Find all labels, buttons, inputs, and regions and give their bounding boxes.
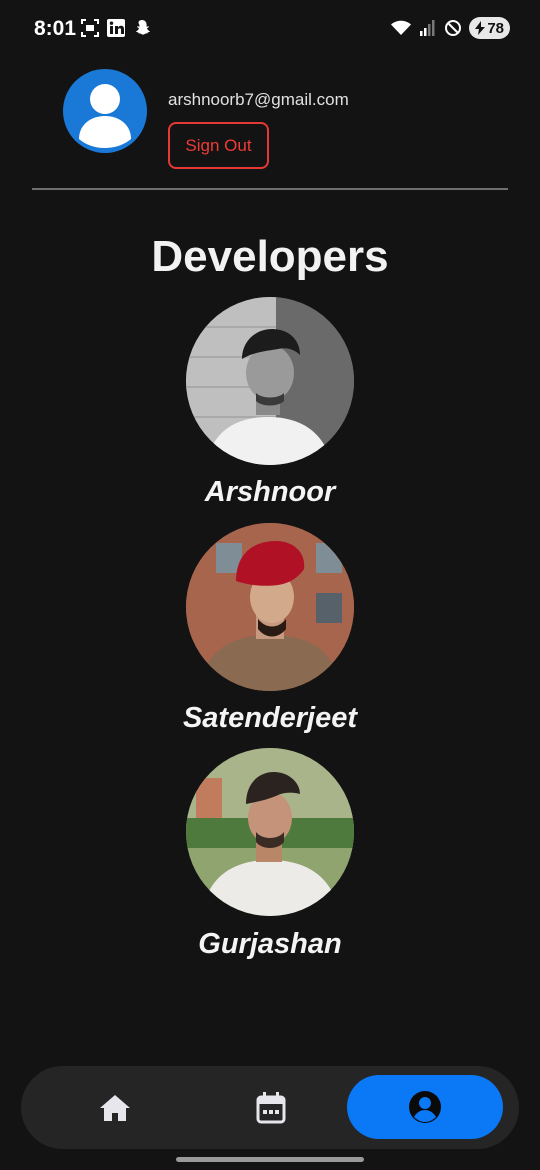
wifi-icon [391, 18, 412, 38]
developer-name: Arshnoor [204, 476, 336, 508]
battery-level: 78 [487, 19, 504, 37]
do-not-disturb-icon [443, 18, 463, 38]
nav-profile[interactable] [347, 1075, 503, 1139]
screenshot-icon [80, 18, 100, 38]
developer-name: Gurjashan [198, 928, 342, 960]
developer-name: Satenderjeet [182, 702, 358, 734]
nav-calendar[interactable] [217, 1066, 325, 1149]
notification-icons [80, 18, 152, 38]
developers-title: Developers [151, 232, 389, 281]
developer-photo-gurjashan [186, 748, 354, 916]
profile-icon [409, 1091, 441, 1123]
linkedin-icon [106, 18, 126, 38]
person-icon [79, 84, 131, 148]
sign-out-button[interactable]: Sign Out [168, 122, 269, 169]
home-icon [100, 1094, 130, 1121]
avatar [63, 69, 147, 153]
status-time: 8:01 [34, 17, 77, 40]
user-email: arshnoorb7@gmail.com [168, 90, 349, 109]
home-indicator[interactable] [176, 1157, 364, 1162]
calendar-icon [256, 1091, 286, 1123]
snapchat-icon [132, 18, 152, 38]
system-icons: 78 [391, 17, 510, 39]
signal-icon [417, 18, 437, 38]
bottom-navigation [21, 1066, 519, 1149]
developer-photo-arshnoor [186, 297, 354, 465]
divider [32, 188, 508, 190]
battery-icon: 78 [469, 17, 510, 39]
nav-home[interactable] [61, 1066, 169, 1149]
developer-photo-satenderjeet [186, 523, 354, 691]
status-bar: 8:01 78 [0, 0, 540, 56]
